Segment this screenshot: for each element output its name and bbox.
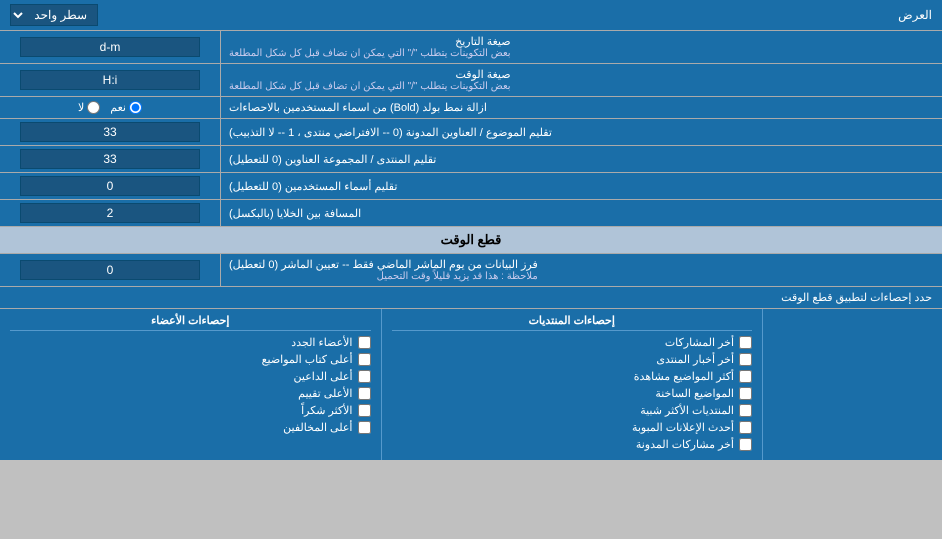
forum-stats-header: إحصاءات المنتديات [392,314,753,331]
checkbox-last-posts-input[interactable] [739,336,752,349]
topic-titles-label: تقليم الموضوع / العناوين المدونة (0 -- ا… [220,119,942,145]
forum-titles-input[interactable] [20,149,200,169]
forum-titles-label: تقليم المنتدى / المجموعة العناوين (0 للت… [220,146,942,172]
cut-time-label: فرز البيانات من يوم الماشر الماضي فقط --… [220,254,942,286]
checkbox-most-thanks-label[interactable]: الأكثر شكراً [301,404,352,417]
cut-time-input-cell [0,254,220,286]
topic-titles-row: تقليم الموضوع / العناوين المدونة (0 -- ا… [0,119,942,146]
time-format-row: صيغة الوقت بعض التكوينات يتطلب "/" التي … [0,64,942,97]
checkbox-most-viewed-input[interactable] [739,370,752,383]
date-format-input[interactable] [20,37,200,57]
checkbox-forum-news-input[interactable] [739,353,752,366]
cut-time-input[interactable] [20,260,200,280]
forum-titles-row: تقليم المنتدى / المجموعة العناوين (0 للت… [0,146,942,173]
checkbox-most-forums-input[interactable] [739,404,752,417]
date-format-input-cell [0,31,220,63]
checkbox-last-posts-label[interactable]: أخر المشاركات [665,336,734,349]
bold-remove-radio-cell: نعم لا [0,97,220,118]
checkbox-blog-posts-input[interactable] [739,438,752,451]
checkbox-new-members-input[interactable] [358,336,371,349]
checkbox-top-violations: أعلى المخالفين [10,421,371,434]
radio-yes[interactable] [129,101,142,114]
checkbox-top-rated-label[interactable]: الأعلى تقييم [298,387,352,400]
top-bar: العرض سطر واحدسطرينثلاثة أسطر [0,0,942,31]
cell-spacing-row: المسافة بين الخلايا (بالبكسل) [0,200,942,227]
checkbox-top-writers-input[interactable] [358,353,371,366]
bold-remove-label: ازالة نمط بولد (Bold) من اسماء المستخدمي… [220,97,942,118]
checkbox-col-empty [762,309,942,460]
display-select[interactable]: سطر واحدسطرينثلاثة أسطر [10,4,98,26]
cell-spacing-input-cell [0,200,220,226]
checkbox-latest-ads-label[interactable]: أحدث الإعلانات المبوبة [632,421,734,434]
display-label: العرض [898,8,932,22]
checkbox-most-forums: المنتديات الأكثر شبية [392,404,753,417]
date-format-row: صيغة التاريخ بعض التكوينات يتطلب "/" الت… [0,31,942,64]
checkbox-col-forum: إحصاءات المنتديات أخر المشاركات أخر أخبا… [381,309,763,460]
cell-spacing-input[interactable] [20,203,200,223]
topic-titles-input[interactable] [20,122,200,142]
checkbox-most-forums-label[interactable]: المنتديات الأكثر شبية [640,404,734,417]
checkbox-last-posts: أخر المشاركات [392,336,753,349]
checkbox-new-members-label[interactable]: الأعضاء الجدد [291,336,352,349]
checkbox-blog-posts-label[interactable]: أخر مشاركات المدونة [636,438,734,451]
checkbox-latest-ads: أحدث الإعلانات المبوبة [392,421,753,434]
cut-time-row: فرز البيانات من يوم الماشر الماضي فقط --… [0,254,942,287]
checkbox-top-violations-input[interactable] [358,421,371,434]
usernames-input[interactable] [20,176,200,196]
date-format-label: صيغة التاريخ بعض التكوينات يتطلب "/" الت… [220,31,942,63]
checkbox-top-violations-label[interactable]: أعلى المخالفين [283,421,352,434]
cell-spacing-label: المسافة بين الخلايا (بالبكسل) [220,200,942,226]
limit-label-row: حدد إحصاءات لتطبيق قطع الوقت [0,287,942,309]
checkbox-most-thanks-input[interactable] [358,404,371,417]
checkbox-top-inviters-input[interactable] [358,370,371,383]
forum-titles-input-cell [0,146,220,172]
bold-remove-row: ازالة نمط بولد (Bold) من اسماء المستخدمي… [0,97,942,119]
checkbox-forum-news-label[interactable]: أخر أخبار المنتدى [656,353,734,366]
checkbox-top-inviters: أعلى الداعين [10,370,371,383]
checkbox-top-writers-label[interactable]: أعلى كتاب المواضيع [262,353,353,366]
time-format-label: صيغة الوقت بعض التكوينات يتطلب "/" التي … [220,64,942,96]
member-stats-header: إحصاءات الأعضاء [10,314,371,331]
radio-no-label[interactable]: لا [78,101,100,114]
checkbox-top-inviters-label[interactable]: أعلى الداعين [294,370,353,383]
radio-no[interactable] [87,101,100,114]
checkboxes-section: إحصاءات المنتديات أخر المشاركات أخر أخبا… [0,309,942,460]
checkbox-top-rated: الأعلى تقييم [10,387,371,400]
checkbox-most-viewed: أكثر المواضيع مشاهدة [392,370,753,383]
checkbox-most-viewed-label[interactable]: أكثر المواضيع مشاهدة [634,370,734,383]
checkbox-col-members: إحصاءات الأعضاء الأعضاء الجدد أعلى كتاب … [0,309,381,460]
checkbox-hot-topics-label[interactable]: المواضيع الساخنة [655,387,734,400]
checkbox-latest-ads-input[interactable] [739,421,752,434]
time-format-input-cell [0,64,220,96]
checkbox-new-members: الأعضاء الجدد [10,336,371,349]
checkbox-top-rated-input[interactable] [358,387,371,400]
checkbox-top-writers: أعلى كتاب المواضيع [10,353,371,366]
checkbox-hot-topics-input[interactable] [739,387,752,400]
usernames-label: تقليم أسماء المستخدمين (0 للتعطيل) [220,173,942,199]
time-format-input[interactable] [20,70,200,90]
main-container: العرض سطر واحدسطرينثلاثة أسطر صيغة التار… [0,0,942,460]
usernames-row: تقليم أسماء المستخدمين (0 للتعطيل) [0,173,942,200]
checkbox-hot-topics: المواضيع الساخنة [392,387,753,400]
cut-time-section-header: قطع الوقت [0,227,942,254]
radio-yes-label[interactable]: نعم [110,101,142,114]
topic-titles-input-cell [0,119,220,145]
checkbox-blog-posts: أخر مشاركات المدونة [392,438,753,451]
checkbox-forum-news: أخر أخبار المنتدى [392,353,753,366]
checkbox-most-thanks: الأكثر شكراً [10,404,371,417]
usernames-input-cell [0,173,220,199]
